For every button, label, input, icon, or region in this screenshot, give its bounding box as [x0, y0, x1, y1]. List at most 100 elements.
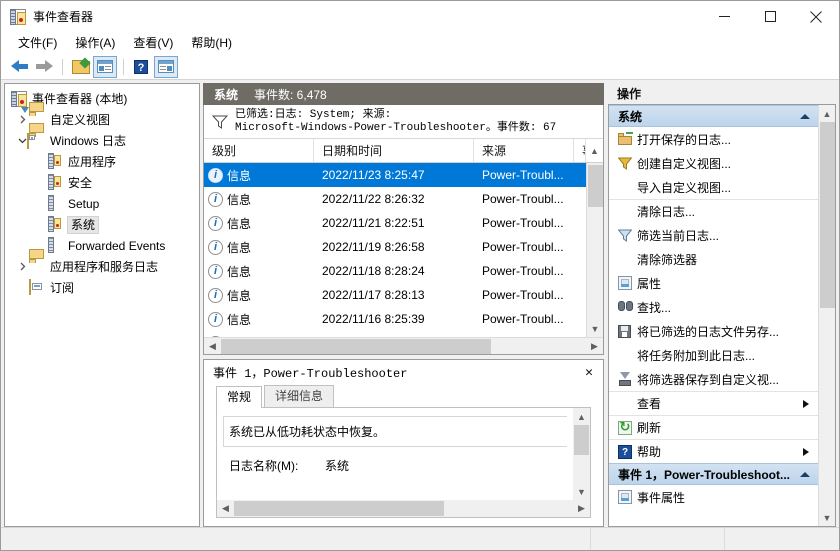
- tree-node-applications-and-services-logs[interactable]: 应用程序和服务日志: [5, 248, 199, 277]
- minimize-button[interactable]: [701, 1, 747, 32]
- scroll-left-button[interactable]: ◀: [204, 338, 221, 355]
- show-action-pane-icon: [158, 60, 174, 73]
- action-properties[interactable]: 属性: [609, 271, 818, 295]
- action-create-custom-view[interactable]: 创建自定义视图...: [609, 151, 818, 175]
- tree-node-label: Forwarded Events: [68, 238, 166, 253]
- action-save-filter-to-custom-view[interactable]: 将筛选器保存到自定义视...: [609, 367, 818, 391]
- table-row[interactable]: i 信息 2022/11/21 8:22:51 Power-Troubl...: [204, 211, 586, 235]
- scroll-right-button[interactable]: ▶: [586, 338, 603, 355]
- active-filter-bar[interactable]: 已筛选:日志: System; 来源: Microsoft-Windows-Po…: [204, 105, 603, 139]
- tab-details[interactable]: 详细信息: [264, 385, 335, 407]
- detail-hscroll-thumb[interactable]: [234, 501, 445, 516]
- properties-button[interactable]: [68, 56, 92, 78]
- menu-help[interactable]: 帮助(H): [182, 33, 241, 53]
- detail-horizontal-scrollbar[interactable]: ◀ ▶: [217, 500, 590, 517]
- detail-vscroll-track[interactable]: [573, 425, 590, 483]
- action-save-filtered-log[interactable]: 将已筛选的日志文件另存...: [609, 319, 818, 343]
- table-row[interactable]: i 信息 2022/11/23 8:25:47 Power-Troubl...: [204, 163, 586, 187]
- tree-node-security[interactable]: 安全: [5, 172, 199, 193]
- cell-level: 信息: [227, 168, 252, 183]
- action-find[interactable]: 查找...: [609, 295, 818, 319]
- tree-node-application[interactable]: 应用程序: [5, 151, 199, 172]
- menu-view[interactable]: 查看(V): [124, 33, 182, 53]
- action-clear-filter[interactable]: 清除筛选器: [609, 247, 818, 271]
- column-header-event-id[interactable]: 事: [574, 139, 586, 162]
- window-controls: [701, 1, 839, 32]
- event-rows[interactable]: i 信息 2022/11/23 8:25:47 Power-Troubl... i…: [204, 163, 586, 337]
- filter-line-1: 已筛选:日志: System; 来源:: [235, 108, 392, 121]
- field-value: 系统: [325, 459, 350, 473]
- back-button[interactable]: [7, 56, 31, 78]
- table-row[interactable]: i 信息 2022/11/16 8:25:39 Power-Troubl...: [204, 307, 586, 331]
- vscroll-thumb[interactable]: [587, 165, 603, 207]
- action-group-event[interactable]: 事件 1，Power-Troubleshoot...: [609, 463, 818, 485]
- toggle-action-pane-button[interactable]: [154, 55, 178, 78]
- center-pane: 系统 事件数: 6,478 已筛选:日志: System; 来源: Micros…: [203, 83, 604, 527]
- submenu-arrow-icon: [803, 399, 809, 408]
- detail-hscroll-track[interactable]: [234, 500, 573, 517]
- find-binoculars-icon: [618, 301, 635, 313]
- table-row[interactable]: i 信息 2022/11/17 8:28:13 Power-Troubl...: [204, 283, 586, 307]
- scroll-down-button[interactable]: ▼: [587, 320, 604, 337]
- toolbar-separator: [62, 58, 63, 75]
- action-view[interactable]: 查看: [609, 391, 818, 415]
- tree-node-subscriptions[interactable]: 订阅: [5, 277, 199, 298]
- maximize-button[interactable]: [747, 1, 793, 32]
- tree-node-system[interactable]: 系统: [5, 214, 199, 235]
- vscroll-track[interactable]: [587, 163, 604, 320]
- table-row[interactable]: i 信息 2022/11/19 8:26:58 Power-Troubl...: [204, 235, 586, 259]
- actions-vertical-scrollbar[interactable]: ▲ ▼: [818, 105, 835, 526]
- menu-action[interactable]: 操作(A): [66, 33, 124, 53]
- column-header-level[interactable]: 级别: [204, 139, 314, 162]
- action-import-custom-view[interactable]: 导入自定义视图...: [609, 175, 818, 199]
- event-list-horizontal-scrollbar[interactable]: ◀ ▶: [204, 337, 603, 354]
- forward-button[interactable]: [32, 56, 56, 78]
- close-button[interactable]: [793, 1, 839, 32]
- menu-file[interactable]: 文件(F): [9, 33, 66, 53]
- actions-scroll-up-button[interactable]: ▲: [819, 105, 836, 122]
- close-icon[interactable]: ✕: [581, 365, 597, 380]
- actions-vscroll-track[interactable]: [819, 122, 836, 509]
- tree-node-windows-logs[interactable]: Windows 日志: [5, 122, 199, 151]
- chevron-right-icon[interactable]: [15, 260, 29, 274]
- detail-vertical-scrollbar[interactable]: ▲ ▼: [573, 408, 590, 500]
- toggle-tree-pane-button[interactable]: [93, 55, 117, 78]
- table-row[interactable]: i 信息 2022/11/22 8:26:32 Power-Troubl...: [204, 187, 586, 211]
- actions-scroll-down-button[interactable]: ▼: [819, 509, 836, 526]
- action-open-saved-log[interactable]: 打开保存的日志...: [609, 127, 818, 151]
- action-clear-log[interactable]: 清除日志...: [609, 199, 818, 223]
- save-filter-icon: [618, 372, 635, 386]
- chevron-up-icon[interactable]: [800, 113, 810, 119]
- hscroll-track[interactable]: [221, 338, 586, 355]
- back-arrow-icon: [10, 60, 28, 73]
- detail-scroll-left-button[interactable]: ◀: [217, 500, 234, 517]
- hscroll-thumb[interactable]: [221, 338, 492, 354]
- tree-node-setup[interactable]: Setup: [5, 193, 199, 214]
- actions-pane-title: 操作: [608, 83, 836, 104]
- table-row[interactable]: i 信息 2022/11/18 8:28:24 Power-Troubl...: [204, 259, 586, 283]
- detail-scroll-up-button[interactable]: ▲: [573, 408, 590, 425]
- chevron-up-icon[interactable]: [800, 471, 810, 477]
- refresh-icon: [618, 419, 635, 435]
- information-icon: i: [208, 239, 223, 255]
- action-filter-current-log[interactable]: 筛选当前日志...: [609, 223, 818, 247]
- action-label: 查找...: [637, 300, 672, 315]
- detail-vscroll-thumb[interactable]: [574, 425, 589, 455]
- action-label: 清除筛选器: [637, 252, 698, 267]
- information-icon: i: [208, 311, 223, 327]
- detail-scroll-right-button[interactable]: ▶: [573, 500, 590, 517]
- column-header-source[interactable]: 来源: [474, 139, 574, 162]
- column-header-datetime[interactable]: 日期和时间: [314, 139, 474, 162]
- tree-scroll-area[interactable]: 事件查看器 (本地) 自定义视图 Windows 日志 应用程序 安全 Setu…: [5, 84, 199, 526]
- detail-scroll-down-button[interactable]: ▼: [573, 483, 590, 500]
- list-scroll-up-button[interactable]: ▲: [586, 139, 603, 162]
- help-button[interactable]: ?: [129, 56, 153, 78]
- tab-general[interactable]: 常规: [216, 386, 263, 408]
- action-refresh[interactable]: 刷新: [609, 415, 818, 439]
- event-list-vertical-scrollbar[interactable]: ▼: [586, 163, 603, 337]
- action-attach-task-to-log[interactable]: 将任务附加到此日志...: [609, 343, 818, 367]
- action-event-properties[interactable]: 事件属性: [609, 485, 818, 509]
- actions-vscroll-thumb[interactable]: [819, 122, 835, 308]
- action-group-system[interactable]: 系统: [609, 105, 818, 127]
- action-help[interactable]: ? 帮助: [609, 439, 818, 463]
